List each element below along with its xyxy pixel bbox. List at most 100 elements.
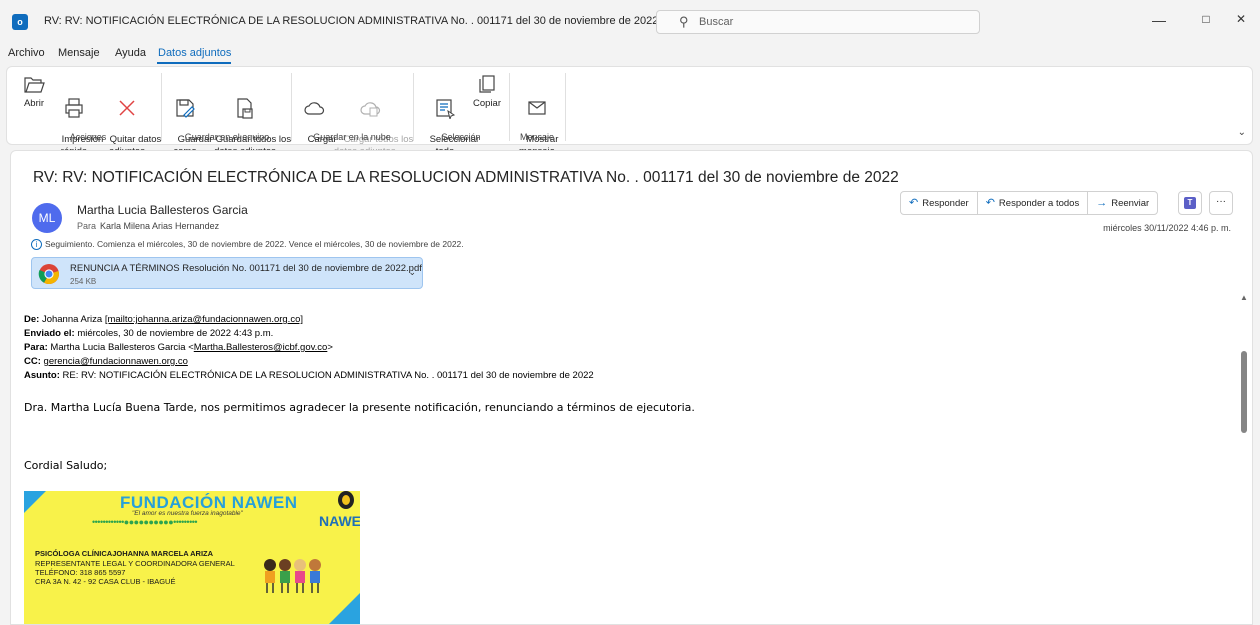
info-icon: i xyxy=(31,239,42,250)
signature-slogan: "El amor es nuestra fuerza inagotable" xyxy=(132,510,243,517)
scrollbar-thumb[interactable] xyxy=(1241,351,1247,433)
recipients-line: Para Karla Milena Arias Hernandez xyxy=(77,221,219,231)
attachment-card[interactable]: RENUNCIA A TÉRMINOS Resolución No. 00117… xyxy=(31,257,423,289)
group-label-acciones: Acciones xyxy=(69,132,107,142)
group-label-mensaje: Mensaje xyxy=(519,132,555,142)
outlook-app-icon: o xyxy=(12,14,28,30)
followup-flag-info: i Seguimiento. Comienza el miércoles, 30 … xyxy=(31,239,464,250)
reply-label: Responder xyxy=(922,198,969,209)
header-from: De: Johanna Ariza [mailto:johanna.ariza@… xyxy=(24,313,1214,327)
signature-banner: FUNDACIÓN NAWEN "El amor es nuestra fuer… xyxy=(24,491,360,624)
reading-pane: RV: RV: NOTIFICACIÓN ELECTRÓNICA DE LA R… xyxy=(10,150,1253,625)
sender-name[interactable]: Martha Lucia Ballesteros Garcia xyxy=(77,203,248,217)
folder-open-icon xyxy=(24,77,45,93)
signature-brand: NAWEN xyxy=(319,513,360,529)
to-field-label: Para: xyxy=(24,342,48,353)
closing-text: Cordial Saludo; xyxy=(24,459,108,472)
signature-role: REPRESENTANTE LEGAL Y COORDINADORA GENER… xyxy=(35,559,235,568)
title-bar: o RV: RV: NOTIFICACIÓN ELECTRÓNICA DE LA… xyxy=(0,0,1260,44)
avatar[interactable]: ML xyxy=(32,203,62,233)
remove-x-icon xyxy=(119,100,135,116)
forward-icon: → xyxy=(1096,197,1108,209)
select-all-icon xyxy=(436,99,456,119)
search-placeholder: Buscar xyxy=(699,16,734,28)
attachment-name: RENUNCIA A TÉRMINOS Resolución No. 00117… xyxy=(70,263,422,274)
sent-label: Enviado el: xyxy=(24,328,75,339)
tab-ayuda[interactable]: Ayuda xyxy=(115,47,146,59)
children-illustration-icon xyxy=(264,559,321,593)
minimize-button[interactable]: — xyxy=(1149,12,1169,28)
ribbon-separator xyxy=(565,73,566,141)
search-box[interactable]: ⚲ Buscar xyxy=(656,10,980,34)
followup-text: Seguimiento. Comienza el miércoles, 30 d… xyxy=(45,239,464,249)
subject-value: RE: RV: NOTIFICACIÓN ELECTRÓNICA DE LA R… xyxy=(59,370,594,381)
group-label-seleccion: Selección xyxy=(441,132,481,142)
ribbon-separator xyxy=(291,73,292,141)
header-subject: Asunto: RE: RV: NOTIFICACIÓN ELECTRÓNICA… xyxy=(24,369,1214,383)
close-button[interactable]: ✕ xyxy=(1231,12,1251,26)
cloud-upload-icon xyxy=(360,102,381,117)
copy-label: Copiar xyxy=(473,98,501,109)
more-options-button[interactable]: ··· xyxy=(1209,191,1233,215)
signature-name: PSICÓLOGA CLÍNICAJOHANNA MARCELA ARIZA xyxy=(35,549,214,558)
copy-button[interactable]: Copiar xyxy=(471,73,503,110)
tab-mensaje[interactable]: Mensaje xyxy=(58,47,100,59)
lion-logo-icon xyxy=(338,491,354,509)
reply-all-icon: ↶ xyxy=(985,197,995,209)
chrome-icon xyxy=(38,264,59,285)
menu-bar: Archivo Mensaje Ayuda Datos adjuntos xyxy=(0,44,1260,64)
group-label-guardar-nube: Guardar en la nube xyxy=(313,132,391,142)
tab-datos-adjuntos[interactable]: Datos adjuntos xyxy=(158,47,231,59)
reply-all-label: Responder a todos xyxy=(998,198,1080,209)
from-value: Johanna Ariza xyxy=(41,314,105,325)
teams-button[interactable]: T xyxy=(1178,191,1202,215)
ribbon-separator xyxy=(413,73,414,141)
save-all-icon xyxy=(237,98,253,119)
from-label: De: xyxy=(24,314,40,325)
envelope-icon xyxy=(528,101,546,115)
copy-icon xyxy=(479,75,495,93)
signature-address: CRA 3A N. 42 - 92 CASA CLUB - IBAGUÉ xyxy=(35,577,176,586)
active-tab-indicator xyxy=(157,62,231,64)
tab-archivo[interactable]: Archivo xyxy=(8,47,45,59)
ribbon: Abrir Impresión rápida Quitar datos adju… xyxy=(6,66,1253,157)
from-link[interactable]: [mailto:johanna.ariza@fundacionnawen.org… xyxy=(105,314,303,325)
to-field-end: > xyxy=(327,342,333,353)
ellipsis-icon: ··· xyxy=(1216,196,1226,207)
vertical-scrollbar[interactable]: ▲ xyxy=(1239,293,1249,624)
window-title: RV: RV: NOTIFICACIÓN ELECTRÓNICA DE LA R… xyxy=(44,15,751,27)
chevron-down-icon[interactable]: ⌄ xyxy=(408,267,416,278)
recipient-name[interactable]: Karla Milena Arias Hernandez xyxy=(100,221,219,231)
signature-phone: TELÉFONO: 318 865 5597 xyxy=(35,568,126,577)
subject-label: Asunto: xyxy=(24,370,60,381)
header-to: Para: Martha Lucia Ballesteros Garcia <M… xyxy=(24,341,1214,355)
header-cc: CC: gerencia@fundacionnawen.org.co xyxy=(24,355,1214,369)
ribbon-separator xyxy=(509,73,510,141)
open-label: Abrir xyxy=(23,98,45,109)
message-subject: RV: RV: NOTIFICACIÓN ELECTRÓNICA DE LA R… xyxy=(33,169,899,186)
ribbon-collapse-chevron-icon[interactable]: ⌄ xyxy=(1238,127,1246,138)
save-as-icon xyxy=(176,99,195,118)
cc-link[interactable]: gerencia@fundacionnawen.org.co xyxy=(44,356,188,367)
to-label: Para xyxy=(77,221,97,231)
restore-button[interactable]: □ xyxy=(1196,12,1216,26)
greeting-text: Dra. Martha Lucía Buena Tarde, nos permi… xyxy=(24,401,695,414)
reply-icon: ↶ xyxy=(909,197,919,209)
forward-label: Reenviar xyxy=(1111,198,1150,209)
reply-button[interactable]: ↶ Responder xyxy=(901,192,978,214)
reply-all-button[interactable]: ↶ Responder a todos xyxy=(978,192,1089,214)
message-datetime: miércoles 30/11/2022 4:46 p. m. xyxy=(1103,223,1231,233)
forward-button[interactable]: → Reenviar xyxy=(1088,192,1157,214)
attachment-size: 254 KB xyxy=(70,277,97,286)
header-sent: Enviado el: miércoles, 30 de noviembre d… xyxy=(24,327,1214,341)
teams-icon: T xyxy=(1184,197,1196,209)
open-button[interactable]: Abrir xyxy=(19,73,49,110)
group-label-guardar-equipo: Guardar en el equipo xyxy=(184,132,270,142)
message-actions: ↶ Responder ↶ Responder a todos → Reenviar xyxy=(900,191,1159,215)
message-body: De: Johanna Ariza [mailto:johanna.ariza@… xyxy=(24,313,1214,624)
to-field-link[interactable]: Martha.Ballesteros@icbf.gov.co xyxy=(194,342,328,353)
sent-value: miércoles, 30 de noviembre de 2022 4:43 … xyxy=(74,328,274,339)
to-field-value: Martha Lucia Ballesteros Garcia < xyxy=(47,342,194,353)
scroll-up-icon[interactable]: ▲ xyxy=(1240,293,1248,302)
printer-icon xyxy=(65,98,83,118)
